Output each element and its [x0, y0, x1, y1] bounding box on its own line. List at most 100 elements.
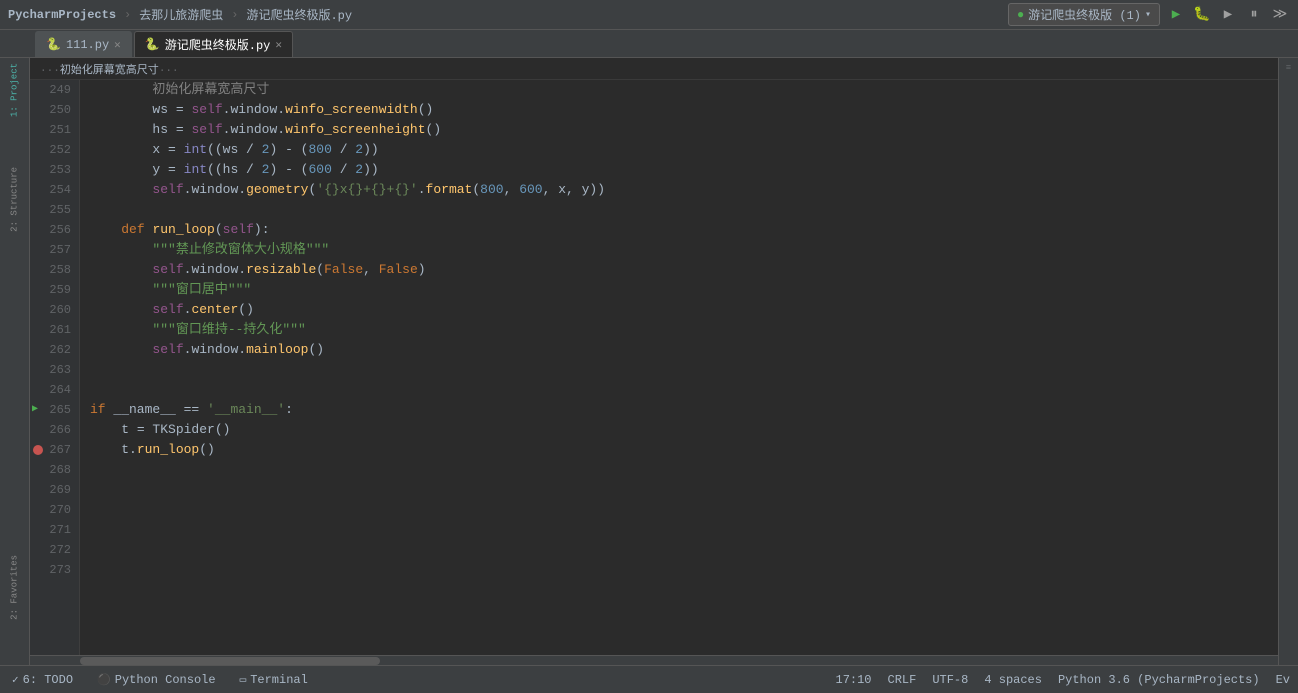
code-line-266: t = TKSpider() [80, 420, 1278, 440]
ln-273: 273 [30, 560, 79, 580]
debug-button[interactable]: 🐛 [1192, 5, 1212, 25]
sidebar-structure[interactable]: 2: Structure [0, 162, 30, 237]
code-line-254: self.window.geometry('{}x{}+{}+{}'.forma… [80, 180, 1278, 200]
sidebar-favorites[interactable]: 2: Favorites [0, 550, 30, 625]
todo-icon: ✓ [12, 673, 19, 687]
profile-button[interactable]: ⏸ [1244, 5, 1264, 25]
tab-spider-label: 游记爬虫终极版.py [165, 36, 271, 53]
left-sidebar: 1: Project 2: Structure 2: Favorites [0, 58, 30, 665]
run-config-label: 游记爬虫终极版 (1) [1028, 6, 1141, 23]
tab-111py-icon: 🐍 [46, 37, 61, 52]
tab-spider-icon: 🐍 [145, 37, 160, 52]
terminal-button[interactable]: ▭ Terminal [236, 671, 312, 689]
ln-272: 272 [30, 540, 79, 560]
run-config-chevron: ▾ [1145, 9, 1151, 21]
console-icon: ⚫ [97, 673, 111, 687]
code-line-272 [80, 540, 1278, 560]
console-label: Python Console [115, 673, 216, 687]
ln-265: ▶ 265 [30, 400, 79, 420]
separator1: › [124, 8, 131, 22]
todo-label: 6: TODO [23, 673, 73, 687]
code-lines: 初始化屏幕宽高尺寸 ws = self.window.winfo_screenw… [80, 80, 1278, 655]
code-line-255 [80, 200, 1278, 220]
run-button[interactable]: ▶ [1166, 5, 1186, 25]
main-area: 1: Project 2: Structure 2: Favorites ...… [0, 58, 1298, 665]
more-button[interactable]: ≫ [1270, 5, 1290, 25]
ln-262: 262 [30, 340, 79, 360]
ln-254: 254 [30, 180, 79, 200]
code-line-270 [80, 500, 1278, 520]
code-line-257: """禁止修改窗体大小规格""" [80, 240, 1278, 260]
sidebar-project[interactable]: 1: Project [0, 58, 30, 122]
app-title: PycharmProjects [8, 8, 116, 22]
code-line-264 [80, 380, 1278, 400]
ln-264: 264 [30, 380, 79, 400]
indent-style[interactable]: 4 spaces [984, 673, 1042, 687]
title-bar: PycharmProjects › 去那儿旅游爬虫 › 游记爬虫终极版.py ●… [0, 0, 1298, 30]
code-line-261: """窗口维持--持久化""" [80, 320, 1278, 340]
tab-spider[interactable]: 🐍 游记爬虫终极版.py ✕ [134, 31, 293, 57]
terminal-label: Terminal [250, 673, 308, 687]
ln-259: 259 [30, 280, 79, 300]
code-line-256: def run_loop(self): [80, 220, 1278, 240]
h-scrollbar-thumb[interactable] [80, 657, 380, 665]
tab-111py-label: 111.py [66, 38, 109, 52]
ev-label[interactable]: Ev [1276, 673, 1290, 687]
todo-button[interactable]: ✓ 6: TODO [8, 671, 77, 689]
encoding[interactable]: UTF-8 [932, 673, 968, 687]
line-numbers: 249 250 251 252 253 254 255 256 257 258 … [30, 80, 80, 655]
cursor-position[interactable]: 17:10 [836, 673, 872, 687]
ln-263: 263 [30, 360, 79, 380]
terminal-icon: ▭ [240, 673, 247, 687]
code-line-263 [80, 360, 1278, 380]
code-line-262: self.window.mainloop() [80, 340, 1278, 360]
breadcrumb-text: ... [40, 63, 60, 75]
ln-270: 270 [30, 500, 79, 520]
breadcrumb-file: 游记爬虫终极版.py [246, 6, 352, 23]
ln-266: 266 [30, 420, 79, 440]
python-console-button[interactable]: ⚫ Python Console [93, 671, 220, 689]
run-config-selector[interactable]: ● 游记爬虫终极版 (1) ▾ [1008, 3, 1160, 26]
ln-253: 253 [30, 160, 79, 180]
code-line-250: ws = self.window.winfo_screenwidth() [80, 100, 1278, 120]
tab-spider-close[interactable]: ✕ [275, 38, 282, 52]
horizontal-scrollbar[interactable] [30, 655, 1278, 665]
ln-267: 267 [30, 440, 79, 460]
code-line-260: self.center() [80, 300, 1278, 320]
code-line-253: y = int((hs / 2) - (600 / 2)) [80, 160, 1278, 180]
breadcrumb-project: 去那儿旅游爬虫 [139, 6, 223, 23]
ln-269: 269 [30, 480, 79, 500]
breadcrumb: ... 初始化屏幕宽高尺寸 ... [30, 58, 1278, 80]
code-line-252: x = int((ws / 2) - (800 / 2)) [80, 140, 1278, 160]
right-sidebar: ≡ [1278, 58, 1298, 665]
code-line-251: hs = self.window.winfo_screenheight() [80, 120, 1278, 140]
minimap: ≡ [1286, 63, 1291, 73]
code-line-269 [80, 480, 1278, 500]
ln-255: 255 [30, 200, 79, 220]
title-bar-right: ● 游记爬虫终极版 (1) ▾ ▶ 🐛 ▶ ⏸ ≫ [1008, 3, 1290, 26]
ln-250: 250 [30, 100, 79, 120]
separator2: › [231, 8, 238, 22]
ln-271: 271 [30, 520, 79, 540]
title-bar-left: PycharmProjects › 去那儿旅游爬虫 › 游记爬虫终极版.py [8, 6, 352, 23]
coverage-button[interactable]: ▶ [1218, 5, 1238, 25]
ln-252: 252 [30, 140, 79, 160]
code-line-259: """窗口居中""" [80, 280, 1278, 300]
editor-area: ... 初始化屏幕宽高尺寸 ... 249 250 251 252 253 25… [30, 58, 1278, 665]
ln-261: 261 [30, 320, 79, 340]
tab-111py-close[interactable]: ✕ [114, 38, 121, 52]
code-line-249: 初始化屏幕宽高尺寸 [80, 80, 1278, 100]
code-line-265: if __name__ == '__main__': [80, 400, 1278, 420]
ln-251: 251 [30, 120, 79, 140]
line-separator[interactable]: CRLF [888, 673, 917, 687]
python-version[interactable]: Python 3.6 (PycharmProjects) [1058, 673, 1260, 687]
breadcrumb-dots: ... [159, 63, 179, 75]
ln-258: 258 [30, 260, 79, 280]
ln-249: 249 [30, 80, 79, 100]
bottom-toolbar: ✓ 6: TODO ⚫ Python Console ▭ Terminal 17… [0, 665, 1298, 693]
code-container[interactable]: 249 250 251 252 253 254 255 256 257 258 … [30, 80, 1278, 655]
tab-111py[interactable]: 🐍 111.py ✕ [35, 31, 132, 57]
ln-268: 268 [30, 460, 79, 480]
ln-256: 256 [30, 220, 79, 240]
ln-257: 257 [30, 240, 79, 260]
